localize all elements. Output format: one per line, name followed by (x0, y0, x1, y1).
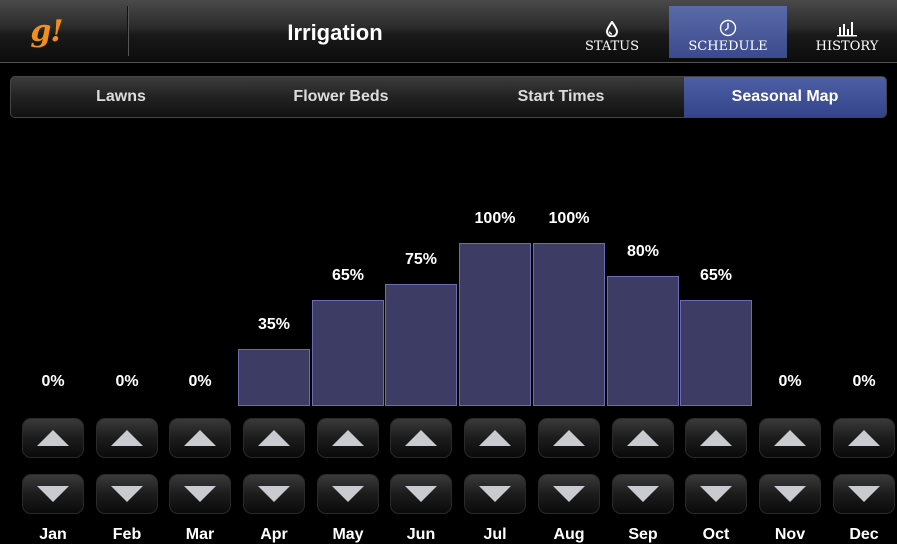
arrow-up-icon (111, 430, 143, 446)
logo: g! (30, 13, 63, 49)
month-label-jan: Jan (39, 526, 67, 543)
arrow-down-icon (258, 486, 290, 502)
arrow-up-icon (184, 430, 216, 446)
arrow-down-icon (627, 486, 659, 502)
decrease-feb-button[interactable] (96, 474, 158, 514)
month-label-feb: Feb (112, 526, 142, 543)
arrow-up-icon (848, 430, 880, 446)
nav-schedule-label: SCHEDULE (688, 39, 768, 54)
decrease-jul-button[interactable] (464, 474, 526, 514)
month-label-aug: Aug (553, 526, 585, 543)
arrow-up-icon (37, 430, 69, 446)
bar-jun (385, 284, 457, 406)
increase-sep-button[interactable] (612, 418, 674, 458)
arrow-down-icon (111, 486, 143, 502)
increase-may-button[interactable] (317, 418, 379, 458)
decrease-oct-button[interactable] (685, 474, 747, 514)
month-label-apr: Apr (260, 526, 288, 543)
arrow-up-icon (627, 430, 659, 446)
decrease-dec-button[interactable] (833, 474, 895, 514)
nav-history-label: HISTORY (815, 39, 879, 54)
decrease-aug-button[interactable] (538, 474, 600, 514)
arrow-down-icon (848, 486, 880, 502)
value-label-jan: 0% (41, 373, 65, 390)
value-label-apr: 35% (257, 316, 291, 333)
arrow-down-icon (405, 486, 437, 502)
tab-seasonal-map[interactable]: Seasonal Map (684, 77, 886, 117)
month-label-mar: Mar (185, 526, 215, 543)
month-label-dec: Dec (849, 526, 879, 543)
value-label-jul: 100% (474, 210, 516, 227)
bar-jul (459, 243, 531, 406)
decrease-may-button[interactable] (317, 474, 379, 514)
bar-sep (607, 276, 679, 406)
logo-box[interactable]: g! (6, 6, 128, 56)
bar-apr (238, 349, 310, 406)
arrow-down-icon (332, 486, 364, 502)
water-drop-icon (606, 17, 618, 37)
increase-jun-button[interactable] (390, 418, 452, 458)
arrow-up-icon (405, 430, 437, 446)
value-label-oct: 65% (699, 267, 733, 284)
nav-status-label: STATUS (584, 39, 640, 54)
month-label-oct: Oct (702, 526, 730, 543)
decrease-jun-button[interactable] (390, 474, 452, 514)
increase-nov-button[interactable] (759, 418, 821, 458)
arrow-up-icon (258, 430, 290, 446)
value-label-sep: 80% (626, 243, 660, 260)
increase-dec-button[interactable] (833, 418, 895, 458)
arrow-down-icon (774, 486, 806, 502)
tab-lawns[interactable]: Lawns (11, 77, 231, 117)
bar-may (312, 300, 384, 406)
decrease-apr-button[interactable] (243, 474, 305, 514)
nav-status-button[interactable]: STATUS (562, 8, 662, 58)
month-label-jun: Jun (406, 526, 436, 543)
value-label-dec: 0% (852, 373, 876, 390)
arrow-up-icon (700, 430, 732, 446)
month-label-may: May (332, 526, 364, 543)
tab-bar: Lawns Flower Beds Start Times Seasonal M… (10, 76, 887, 118)
arrow-up-icon (774, 430, 806, 446)
bar-aug (533, 243, 605, 406)
arrow-down-icon (184, 486, 216, 502)
arrow-down-icon (479, 486, 511, 502)
tab-start-times[interactable]: Start Times (451, 77, 671, 117)
nav-history-button[interactable]: HISTORY (797, 8, 897, 58)
value-label-feb: 0% (115, 373, 139, 390)
bar-chart-icon (837, 17, 857, 37)
arrow-up-icon (553, 430, 585, 446)
increase-mar-button[interactable] (169, 418, 231, 458)
nav-schedule-button[interactable]: SCHEDULE (669, 6, 787, 58)
decrease-mar-button[interactable] (169, 474, 231, 514)
decrease-nov-button[interactable] (759, 474, 821, 514)
page-title: Irrigation (287, 20, 383, 45)
month-label-jul: Jul (483, 526, 507, 543)
arrow-down-icon (37, 486, 69, 502)
value-label-mar: 0% (188, 373, 212, 390)
value-label-nov: 0% (778, 373, 802, 390)
tab-flower-beds[interactable]: Flower Beds (231, 77, 451, 117)
month-label-nov: Nov (774, 526, 806, 543)
decrease-jan-button[interactable] (22, 474, 84, 514)
arrow-up-icon (332, 430, 364, 446)
arrow-down-icon (553, 486, 585, 502)
arrow-up-icon (479, 430, 511, 446)
top-bar: g! Irrigation STATUS SCHEDULE HISTORY (0, 0, 897, 63)
value-label-may: 65% (331, 267, 365, 284)
decrease-sep-button[interactable] (612, 474, 674, 514)
increase-jan-button[interactable] (22, 418, 84, 458)
value-label-jun: 75% (404, 251, 438, 268)
arrow-down-icon (700, 486, 732, 502)
increase-aug-button[interactable] (538, 418, 600, 458)
clock-icon (719, 17, 737, 37)
increase-oct-button[interactable] (685, 418, 747, 458)
bar-oct (680, 300, 752, 406)
month-label-sep: Sep (628, 526, 658, 543)
increase-jul-button[interactable] (464, 418, 526, 458)
value-label-aug: 100% (548, 210, 590, 227)
increase-feb-button[interactable] (96, 418, 158, 458)
increase-apr-button[interactable] (243, 418, 305, 458)
